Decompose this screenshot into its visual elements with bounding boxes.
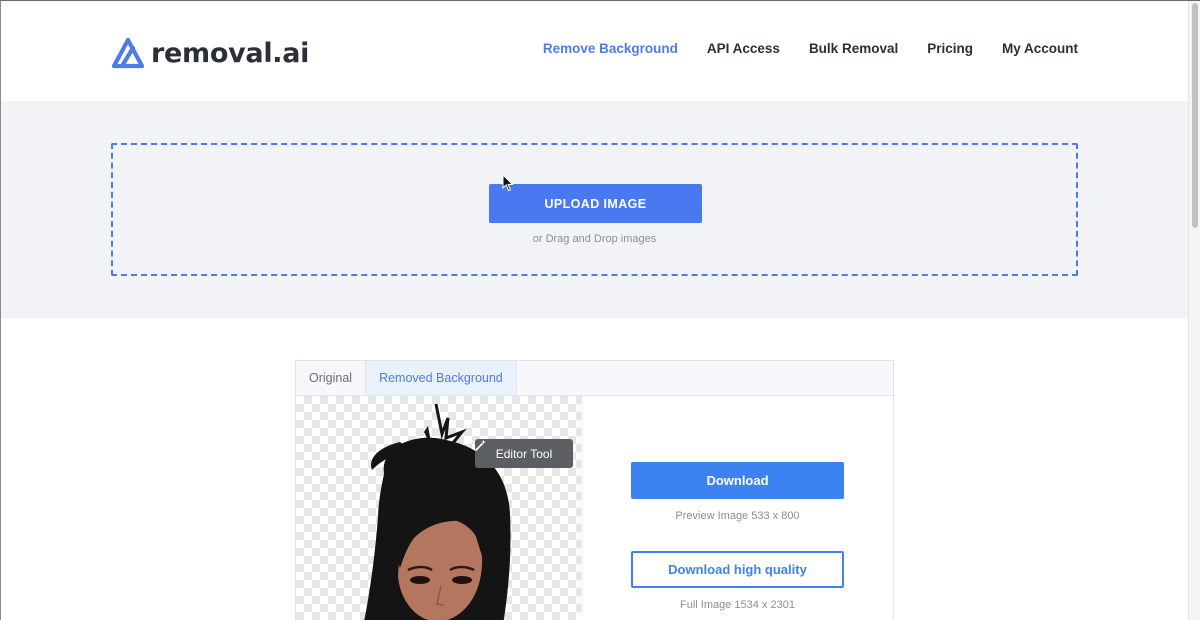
removal-logo-icon [111, 37, 145, 69]
editor-tool-label: Editor Tool [495, 446, 553, 461]
drag-drop-hint: or Drag and Drop images [532, 233, 657, 245]
full-image-info: Full Image 1534 x 2301 [680, 599, 795, 611]
editor-tool-button[interactable]: Editor Tool [475, 439, 573, 468]
upload-section: UPLOAD IMAGE or Drag and Drop images [1, 101, 1189, 318]
download-high-quality-button[interactable]: Download high quality [631, 551, 844, 588]
nav-bulk-removal[interactable]: Bulk Removal [809, 41, 898, 56]
brand-logo[interactable]: removal.ai [111, 34, 309, 72]
result-tabs: Original Removed Background [296, 361, 893, 396]
drop-zone[interactable]: UPLOAD IMAGE or Drag and Drop images [111, 143, 1078, 276]
nav-remove-background[interactable]: Remove Background [543, 41, 678, 56]
tab-original[interactable]: Original [296, 361, 365, 395]
page-scrollbar[interactable] [1188, 1, 1200, 620]
result-preview: Editor Tool [296, 396, 582, 620]
tab-removed-background[interactable]: Removed Background [365, 361, 517, 395]
main-nav: Remove Background API Access Bulk Remova… [543, 41, 1078, 56]
preview-image-info: Preview Image 533 x 800 [675, 510, 800, 522]
nav-my-account[interactable]: My Account [1002, 41, 1078, 56]
mouse-cursor-icon [502, 174, 514, 192]
brand-name: removal.ai [151, 37, 310, 69]
subject-cutout [364, 403, 511, 620]
nav-pricing[interactable]: Pricing [927, 41, 973, 56]
site-header: removal.ai Remove Background API Access … [1, 1, 1189, 101]
magic-wand-icon [475, 439, 486, 451]
scrollbar-thumb[interactable] [1192, 3, 1198, 228]
nav-api-access[interactable]: API Access [707, 41, 780, 56]
result-card: Original Removed Background Editor Tool … [295, 360, 894, 620]
download-button[interactable]: Download [631, 462, 844, 499]
upload-image-button[interactable]: UPLOAD IMAGE [489, 184, 702, 223]
